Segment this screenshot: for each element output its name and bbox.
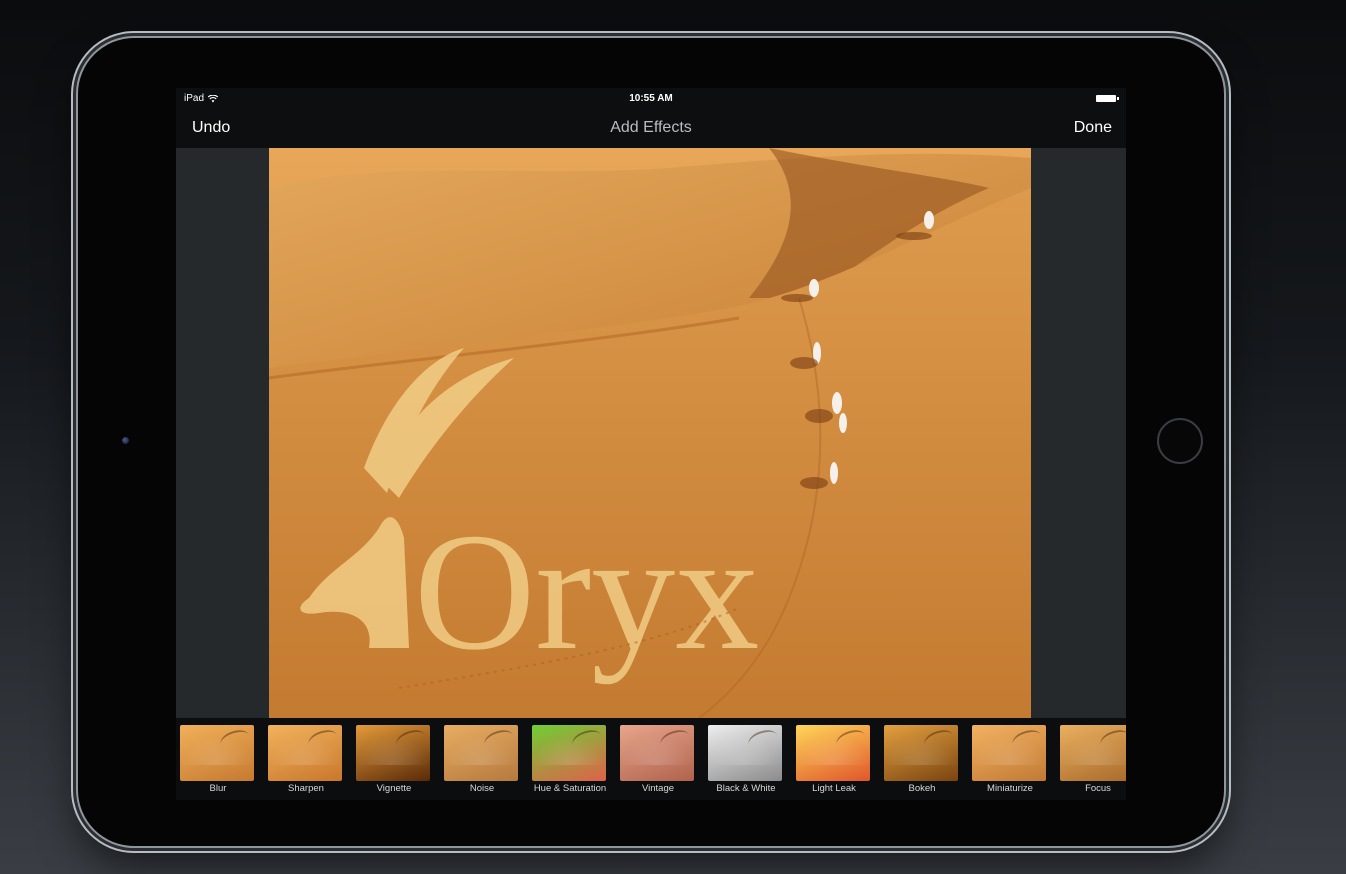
home-button[interactable]: [1157, 418, 1203, 464]
effect-noise[interactable]: Noise: [444, 725, 520, 794]
effect-thumbnail: [708, 725, 782, 781]
effect-blur[interactable]: Blur: [180, 725, 256, 794]
effect-black-white[interactable]: Black & White: [708, 725, 784, 794]
effect-label: Focus: [1085, 783, 1111, 794]
effect-label: Bokeh: [908, 783, 936, 794]
effect-thumbnail: [884, 725, 958, 781]
effect-vintage[interactable]: Vintage: [620, 725, 696, 794]
nav-bar: Undo Add Effects Done: [176, 110, 1126, 148]
effect-thumbnail: [268, 725, 342, 781]
done-button[interactable]: Done: [1074, 119, 1112, 137]
nav-title: Add Effects: [610, 119, 692, 136]
effect-thumbnail: [532, 725, 606, 781]
screen: iPad 10:55 AM Undo Add Effects Done Oryx…: [176, 88, 1126, 800]
effect-label: Miniaturize: [987, 783, 1033, 794]
front-camera: [122, 437, 129, 444]
effect-bokeh[interactable]: Bokeh: [884, 725, 960, 794]
effect-label: Light Leak: [812, 783, 856, 794]
effect-thumbnail: [1060, 725, 1126, 781]
effect-hue-saturation[interactable]: Hue & Saturation: [532, 725, 608, 794]
effect-label: Black & White: [716, 783, 776, 794]
effect-thumbnail: [444, 725, 518, 781]
effect-label: Hue & Saturation: [533, 783, 607, 794]
effect-thumbnail: [356, 725, 430, 781]
effect-miniaturize[interactable]: Miniaturize: [972, 725, 1048, 794]
effect-light-leak[interactable]: Light Leak: [796, 725, 872, 794]
effect-vignette[interactable]: Vignette: [356, 725, 432, 794]
effect-label: Vintage: [641, 783, 675, 794]
photo-preview[interactable]: Oryx: [269, 148, 1031, 718]
effect-focus[interactable]: Focus: [1060, 725, 1126, 794]
canvas-area: Oryx: [176, 148, 1126, 718]
effect-label: Noise: [469, 783, 495, 794]
effect-label: Blur: [209, 783, 227, 794]
effect-thumbnail: [620, 725, 694, 781]
effect-label: Vignette: [376, 783, 412, 794]
effect-thumbnail: [180, 725, 254, 781]
effect-label: Sharpen: [288, 783, 324, 794]
effect-sharpen[interactable]: Sharpen: [268, 725, 344, 794]
status-bar: iPad 10:55 AM: [176, 88, 1126, 108]
effect-thumbnail: [972, 725, 1046, 781]
effect-thumbnail: [796, 725, 870, 781]
desert-photo: Oryx: [269, 148, 1031, 718]
battery-icon: [1096, 95, 1119, 102]
oryx-watermark-text: Oryx: [414, 499, 759, 685]
effects-strip: Blur Sharpen Vignette Noise Hue & Saturation…: [176, 718, 1126, 800]
status-time: 10:55 AM: [629, 93, 673, 104]
